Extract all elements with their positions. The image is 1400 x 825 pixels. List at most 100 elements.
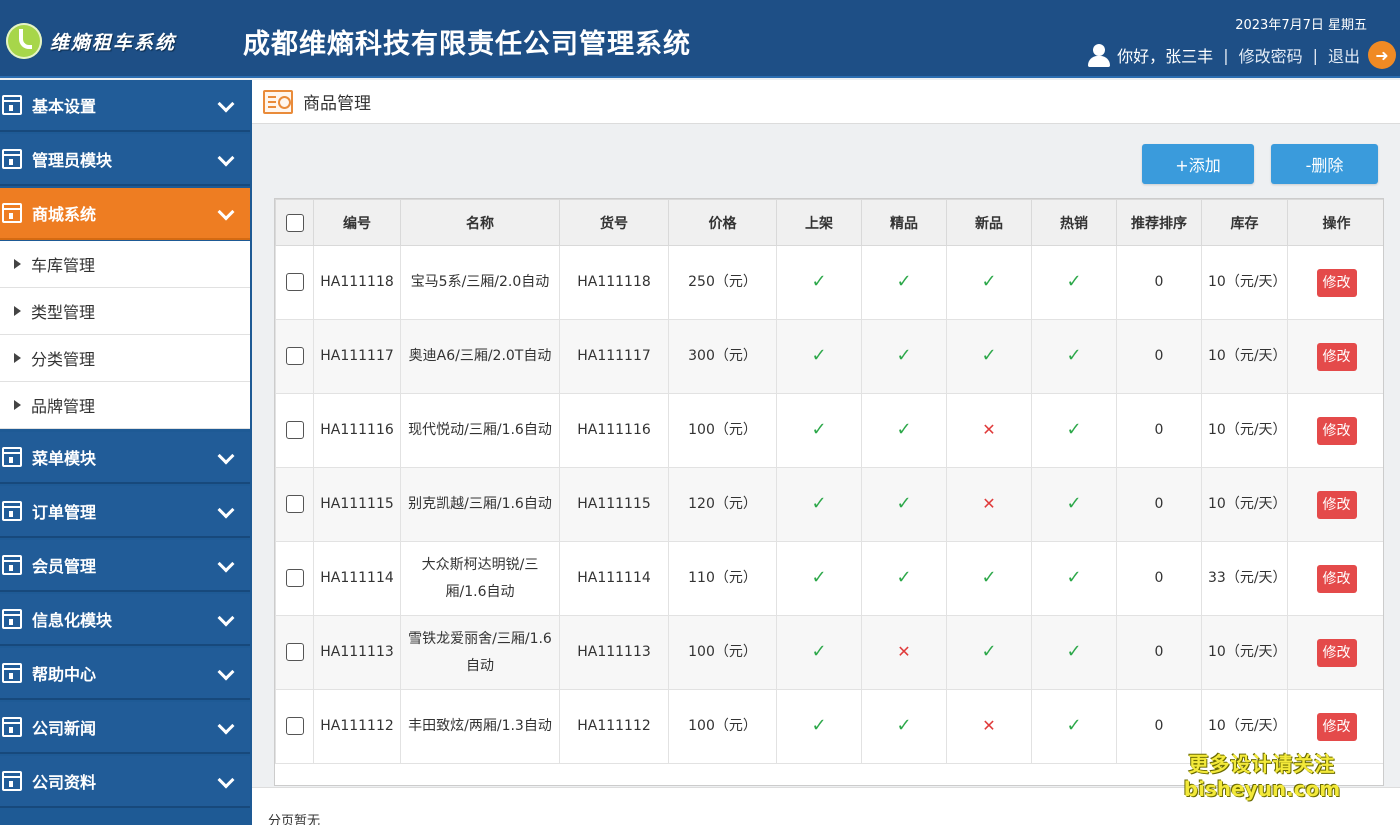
cell-onsale: ✓ bbox=[776, 541, 862, 616]
page-header: 商品管理 bbox=[252, 80, 1400, 124]
sidebar-group-label: 订单管理 bbox=[32, 503, 97, 522]
table-row: HA111117 奥迪A6/三厢/2.0T自动 HA111117 300（元） ✓ ✓ ✓ ✓… bbox=[275, 319, 1383, 394]
cell-price: 250（元） bbox=[668, 245, 777, 320]
cell-premium: ✓ bbox=[861, 467, 947, 542]
logout-icon[interactable]: ➜ bbox=[1368, 41, 1396, 69]
separator: | bbox=[1312, 45, 1318, 65]
edit-button[interactable]: 修改 bbox=[1316, 564, 1357, 593]
pagination-text: 分页暂无 bbox=[268, 814, 321, 825]
cell-premium: ✓ bbox=[861, 541, 947, 616]
sidebar-item-label: 分类管理 bbox=[31, 350, 96, 369]
sidebar-group-orders[interactable]: 订单管理 bbox=[0, 486, 250, 538]
check-icon: ✓ bbox=[981, 345, 997, 366]
row-checkbox[interactable] bbox=[285, 273, 304, 291]
table-body: HA111118 宝马5系/三厢/2.0自动 HA111118 250（元） ✓ ✓ ✓ ✓ 0… bbox=[275, 245, 1383, 764]
sidebar-item-label: 品牌管理 bbox=[31, 397, 96, 416]
edit-button[interactable]: 修改 bbox=[1316, 342, 1357, 371]
column-header: 新品 bbox=[946, 199, 1032, 246]
edit-button[interactable]: 修改 bbox=[1316, 638, 1357, 667]
table-row: HA111116 现代悦动/三厢/1.6自动 HA111116 100（元） ✓ ✓ ✕ ✓ 0… bbox=[275, 393, 1383, 468]
check-icon: ✓ bbox=[1066, 715, 1082, 736]
chevron-down-icon bbox=[217, 447, 235, 465]
add-button[interactable]: +添加 bbox=[1142, 144, 1254, 184]
cross-icon: ✕ bbox=[982, 494, 996, 513]
sidebar-group-company-info[interactable]: 公司资料 bbox=[0, 756, 250, 808]
check-icon: ✓ bbox=[811, 567, 827, 588]
chevron-down-icon bbox=[217, 501, 235, 519]
row-checkbox[interactable] bbox=[285, 347, 304, 365]
user-icon bbox=[1087, 42, 1111, 68]
check-icon: ✓ bbox=[811, 345, 827, 366]
sidebar-group-label: 信息化模块 bbox=[32, 611, 113, 630]
table-row: HA111114 大众斯柯达明锐/三厢/1.6自动 HA111114 110（元） ✓ ✓… bbox=[275, 541, 1383, 616]
cross-icon: ✕ bbox=[897, 642, 911, 661]
triangle-right-icon bbox=[14, 259, 21, 269]
cell-premium: ✕ bbox=[861, 615, 947, 690]
cell-onsale: ✓ bbox=[776, 393, 862, 468]
check-icon: ✓ bbox=[811, 641, 827, 662]
edit-button[interactable]: 修改 bbox=[1316, 712, 1357, 741]
sidebar-group-info[interactable]: 信息化模块 bbox=[0, 594, 250, 646]
cell-rank: 0 bbox=[1116, 319, 1202, 394]
cell-onsale: ✓ bbox=[776, 319, 862, 394]
sidebar-group-admin[interactable]: 管理员模块 bbox=[0, 134, 250, 186]
change-password-link[interactable]: 修改密码 bbox=[1239, 43, 1303, 67]
cross-icon: ✕ bbox=[982, 420, 996, 439]
row-checkbox[interactable] bbox=[285, 643, 304, 661]
sidebar-item-garage[interactable]: 车库管理 bbox=[0, 241, 250, 288]
sidebar-group-basic-settings[interactable]: 基本设置 bbox=[0, 80, 250, 132]
sidebar-group-members[interactable]: 会员管理 bbox=[0, 540, 250, 592]
product-table-container[interactable]: 编号 名称 货号 价格 上架 精品 新品 热销 推荐排序 库存 操作 HA111… bbox=[274, 198, 1384, 786]
row-checkbox[interactable] bbox=[285, 495, 304, 513]
check-icon: ✓ bbox=[981, 271, 997, 292]
row-checkbox[interactable] bbox=[285, 717, 304, 735]
edit-button[interactable]: 修改 bbox=[1316, 416, 1357, 445]
cell-stock: 33（元/天） bbox=[1201, 541, 1288, 616]
delete-button[interactable]: -删除 bbox=[1271, 144, 1378, 184]
edit-button[interactable]: 修改 bbox=[1316, 268, 1357, 297]
check-icon: ✓ bbox=[1066, 567, 1082, 588]
column-header: 库存 bbox=[1201, 199, 1288, 246]
cell-onsale: ✓ bbox=[776, 245, 862, 320]
check-icon: ✓ bbox=[981, 567, 997, 588]
cell-actions: 修改 bbox=[1287, 393, 1383, 468]
logout-link[interactable]: 退出 bbox=[1328, 43, 1360, 67]
app-title: 成都维熵科技有限责任公司管理系统 bbox=[243, 29, 691, 60]
cell-isnew: ✓ bbox=[946, 245, 1032, 320]
sidebar-item-label: 类型管理 bbox=[31, 303, 96, 322]
sidebar: 基本设置 管理员模块 商城系统 车库管理 类型管理 分类管理 品牌管理 菜单模块… bbox=[0, 80, 252, 825]
cell-id: HA111116 bbox=[313, 393, 401, 468]
sidebar-item-brand[interactable]: 品牌管理 bbox=[0, 382, 250, 429]
cell-premium: ✓ bbox=[861, 319, 947, 394]
select-all-checkbox[interactable] bbox=[285, 213, 304, 232]
cell-price: 100（元） bbox=[668, 393, 777, 468]
edit-button[interactable]: 修改 bbox=[1316, 490, 1357, 519]
cell-isnew: ✓ bbox=[946, 319, 1032, 394]
sidebar-group-menu[interactable]: 菜单模块 bbox=[0, 432, 250, 484]
cell-premium: ✓ bbox=[861, 393, 947, 468]
check-icon: ✓ bbox=[896, 567, 912, 588]
sidebar-item-type[interactable]: 类型管理 bbox=[0, 288, 250, 335]
watermark-line2: bisheyun.com bbox=[1183, 777, 1341, 801]
logo-icon bbox=[6, 23, 42, 59]
cell-id: HA111117 bbox=[313, 319, 401, 394]
cell-hot: ✓ bbox=[1031, 393, 1117, 468]
window-icon bbox=[2, 663, 22, 683]
row-checkbox[interactable] bbox=[285, 569, 304, 587]
chevron-down-icon bbox=[217, 555, 235, 573]
sidebar-item-category[interactable]: 分类管理 bbox=[0, 335, 250, 382]
check-icon: ✓ bbox=[896, 715, 912, 736]
cell-name: 别克凯越/三厢/1.6自动 bbox=[400, 467, 560, 542]
cell-isnew: ✓ bbox=[946, 541, 1032, 616]
cell-hot: ✓ bbox=[1031, 615, 1117, 690]
cell-stock: 10（元/天） bbox=[1201, 319, 1288, 394]
sidebar-group-news[interactable]: 公司新闻 bbox=[0, 702, 250, 754]
table-row: HA111118 宝马5系/三厢/2.0自动 HA111118 250（元） ✓ ✓ ✓ ✓ 0… bbox=[275, 245, 1383, 320]
cell-sku: HA111112 bbox=[559, 689, 669, 764]
sidebar-group-mall[interactable]: 商城系统 bbox=[0, 188, 250, 240]
window-icon bbox=[2, 717, 22, 737]
row-checkbox[interactable] bbox=[285, 421, 304, 439]
cell-isnew: ✕ bbox=[946, 467, 1032, 542]
sidebar-group-label: 帮助中心 bbox=[32, 665, 97, 684]
sidebar-group-help[interactable]: 帮助中心 bbox=[0, 648, 250, 700]
